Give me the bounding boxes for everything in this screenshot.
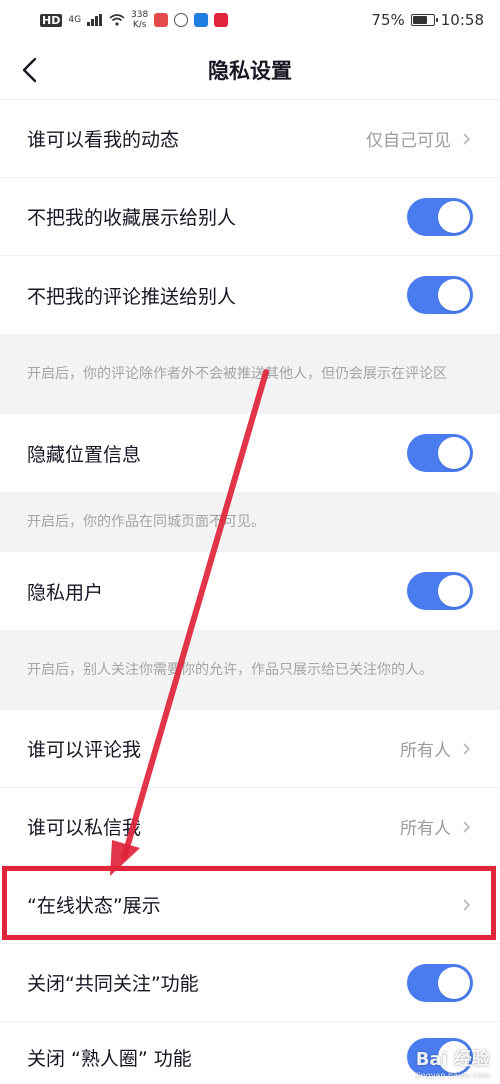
row-hide-location: 隐藏位置信息 bbox=[0, 414, 500, 492]
toggle-knob bbox=[438, 966, 470, 999]
row-label: 谁可以私信我 bbox=[27, 817, 142, 839]
back-arrow-icon bbox=[22, 57, 37, 83]
row-label: 隐藏位置信息 bbox=[27, 443, 142, 466]
hd-indicator: HD bbox=[40, 13, 63, 27]
row-value: 所有人 bbox=[400, 819, 451, 839]
settings-list: 谁可以看我的动态 仅自己可见 不把我的收藏展示给别人 不把我的评论推送给别人 开… bbox=[0, 100, 500, 1084]
row-close-mutual-follow: 关闭“共同关注”功能 bbox=[0, 944, 500, 1022]
chevron-right-icon bbox=[463, 898, 471, 911]
app-notification-icon bbox=[154, 13, 169, 27]
private-user-note: 开启后，别人关注你需要你的允许，作品只展示给已关注你的人。 bbox=[0, 630, 500, 710]
row-label: 谁可以评论我 bbox=[27, 739, 142, 761]
row-private-user: 隐私用户 bbox=[0, 552, 500, 630]
row-value-group: 所有人 bbox=[400, 736, 473, 761]
row-label: 隐私用户 bbox=[27, 581, 104, 604]
watermark-logo: Bai 经验 jingyan.baidu.com bbox=[416, 1045, 490, 1080]
battery-percent: 75% bbox=[371, 11, 405, 29]
back-button[interactable] bbox=[14, 54, 46, 86]
row-who-can-see-activity[interactable]: 谁可以看我的动态 仅自己可见 bbox=[0, 100, 500, 178]
row-hide-comments: 不把我的评论推送给别人 bbox=[0, 256, 500, 334]
nav-bar: 隐私设置 bbox=[0, 40, 500, 100]
hide-location-toggle[interactable] bbox=[407, 434, 473, 472]
network-speed: 338 K/s bbox=[131, 10, 148, 30]
app-notification-icon bbox=[214, 13, 229, 27]
toggle-knob bbox=[438, 279, 470, 311]
hide-comments-toggle[interactable] bbox=[407, 276, 473, 314]
row-value-group: 仅自己可见 bbox=[366, 126, 473, 151]
chevron-right-icon bbox=[463, 742, 471, 755]
row-who-can-message[interactable]: 谁可以私信我 所有人 bbox=[0, 788, 500, 866]
watermark-text: Bai 经验 bbox=[415, 1049, 490, 1070]
status-right: 75% 10:58 bbox=[371, 11, 484, 29]
signal-icon bbox=[87, 14, 103, 26]
chevron-right-icon bbox=[463, 820, 471, 833]
clock: 10:58 bbox=[440, 11, 484, 29]
row-label: 不把我的评论推送给别人 bbox=[27, 285, 237, 308]
row-label: 不把我的收藏展示给别人 bbox=[27, 207, 237, 229]
network-type: 4G bbox=[68, 15, 82, 25]
chevron-right-icon bbox=[463, 132, 471, 145]
row-label: “在线状态”展示 bbox=[27, 895, 161, 917]
status-bar: HD 4G 338 K/s 75% 10:58 bbox=[0, 0, 500, 40]
hide-comments-note: 开启后，你的评论除作者外不会被推送其他人，但仍会展示在评论区 bbox=[0, 334, 500, 414]
toggle-knob bbox=[438, 575, 470, 607]
speed-unit: K/s bbox=[132, 20, 147, 30]
row-hide-favorites: 不把我的收藏展示给别人 bbox=[0, 178, 500, 256]
status-left: HD 4G 338 K/s bbox=[40, 10, 229, 30]
app-notification-icon bbox=[174, 13, 189, 27]
close-mutual-follow-toggle[interactable] bbox=[407, 963, 473, 1002]
watermark-sub: jingyan.baidu.com bbox=[416, 1071, 490, 1080]
toggle-knob bbox=[438, 437, 470, 469]
row-online-status[interactable]: “在线状态”展示 bbox=[0, 866, 500, 944]
row-value: 仅自己可见 bbox=[366, 131, 451, 151]
hide-location-note: 开启后，你的作品在同城页面不可见。 bbox=[0, 492, 500, 552]
zhihu-icon bbox=[194, 13, 209, 27]
row-value-group bbox=[461, 898, 473, 911]
row-value-group: 所有人 bbox=[400, 814, 473, 839]
toggle-knob bbox=[438, 200, 470, 233]
wifi-icon bbox=[109, 14, 125, 26]
hide-favorites-toggle[interactable] bbox=[407, 197, 473, 236]
row-value: 所有人 bbox=[400, 741, 451, 761]
row-label: 谁可以看我的动态 bbox=[27, 129, 180, 151]
row-label: 关闭“共同关注”功能 bbox=[27, 973, 199, 995]
row-who-can-comment[interactable]: 谁可以评论我 所有人 bbox=[0, 710, 500, 788]
private-user-toggle[interactable] bbox=[407, 572, 473, 610]
battery-icon bbox=[410, 14, 438, 26]
speed-value: 338 bbox=[131, 10, 149, 20]
page-title: 隐私设置 bbox=[208, 58, 292, 83]
row-label: 关闭 “熟人圈” 功能 bbox=[27, 1047, 192, 1070]
